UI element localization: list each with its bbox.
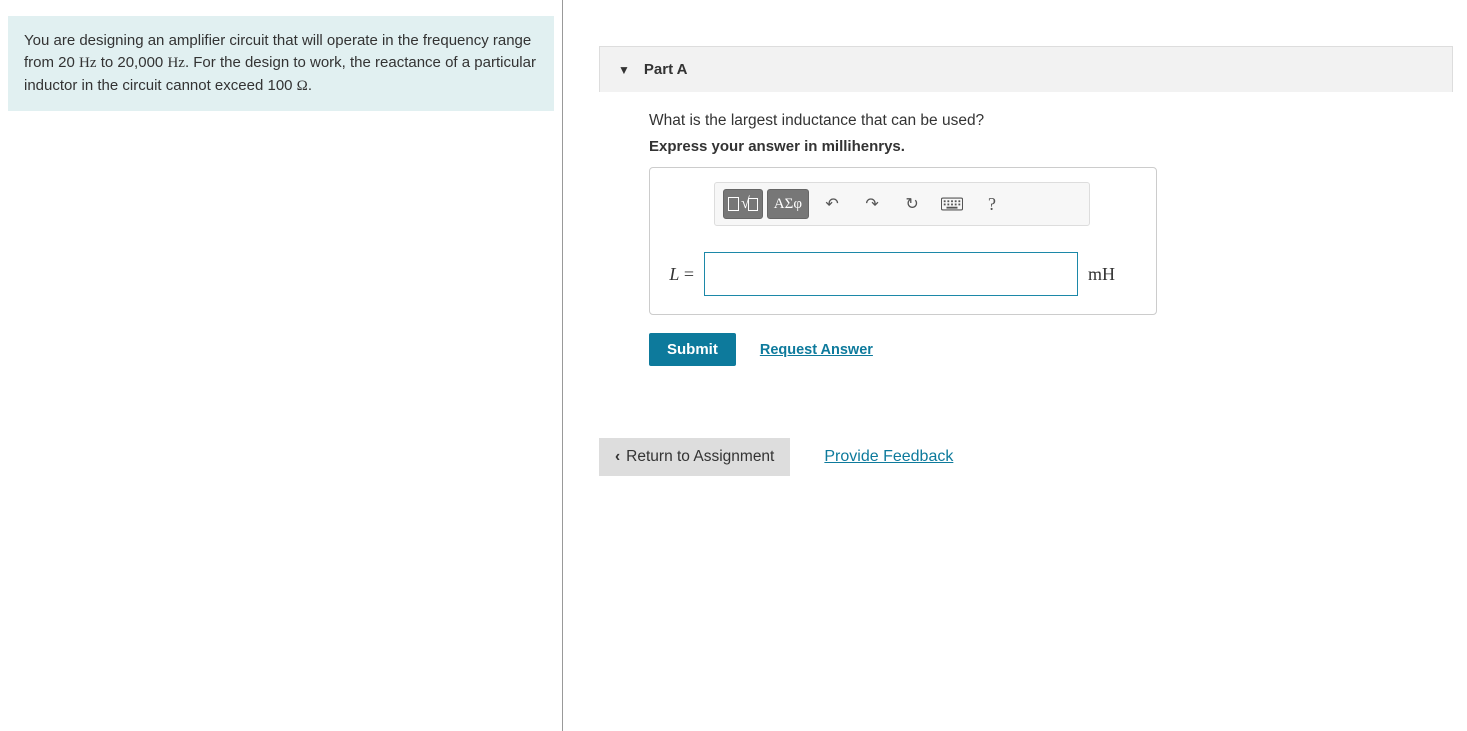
caret-down-icon: ▼ <box>618 63 630 77</box>
undo-button[interactable]: ↶ <box>815 189 849 219</box>
part-header[interactable]: ▼ Part A <box>599 46 1453 92</box>
help-button[interactable]: ? <box>975 189 1009 219</box>
redo-button[interactable]: ↷ <box>855 189 889 219</box>
chevron-left-icon: ‹ <box>615 448 620 466</box>
input-row: L = mH <box>664 252 1142 296</box>
unit-hz-1: Hz <box>79 55 97 71</box>
problem-panel: You are designing an amplifier circuit t… <box>0 0 563 731</box>
part-body: What is the largest inductance that can … <box>599 92 1453 390</box>
equation-toolbar: √ ΑΣφ ↶ ↷ ↻ <box>714 182 1090 226</box>
variable-label: L = <box>664 264 694 285</box>
submit-button[interactable]: Submit <box>649 333 736 366</box>
return-button[interactable]: ‹ Return to Assignment <box>599 438 790 476</box>
undo-icon: ↶ <box>825 194 838 214</box>
redo-icon: ↷ <box>865 194 878 214</box>
template-group: √ ΑΣφ <box>723 189 809 219</box>
rect-icon-2 <box>748 198 758 211</box>
fraction-template-button[interactable]: √ <box>723 189 763 219</box>
provide-feedback-link[interactable]: Provide Feedback <box>824 448 953 466</box>
reset-button[interactable]: ↻ <box>895 189 929 219</box>
greek-letters-button[interactable]: ΑΣφ <box>767 189 809 219</box>
question-text: What is the largest inductance that can … <box>649 112 1419 130</box>
unit-ohm: Ω <box>297 78 308 94</box>
keyboard-icon <box>941 197 963 211</box>
unit-label: mH <box>1088 264 1115 285</box>
request-answer-link[interactable]: Request Answer <box>760 342 873 358</box>
footer-row: ‹ Return to Assignment Provide Feedback <box>599 438 1453 476</box>
answer-panel: ▼ Part A What is the largest inductance … <box>563 0 1467 731</box>
action-row: Submit Request Answer <box>649 333 1419 366</box>
greek-label: ΑΣφ <box>774 196 802 213</box>
return-label: Return to Assignment <box>626 448 774 466</box>
problem-statement: You are designing an amplifier circuit t… <box>8 16 554 111</box>
reset-icon: ↻ <box>905 194 918 214</box>
part-label: Part A <box>644 61 688 78</box>
problem-text-2: to 20,000 <box>97 54 168 71</box>
help-icon: ? <box>988 194 996 215</box>
answer-box: √ ΑΣφ ↶ ↷ ↻ <box>649 167 1157 315</box>
rect-icon <box>728 197 739 211</box>
unit-hz-2: Hz <box>167 55 185 71</box>
problem-text-4: . <box>308 77 312 94</box>
instruction-text: Express your answer in millihenrys. <box>649 138 1419 155</box>
answer-input[interactable] <box>704 252 1078 296</box>
keyboard-button[interactable] <box>935 189 969 219</box>
